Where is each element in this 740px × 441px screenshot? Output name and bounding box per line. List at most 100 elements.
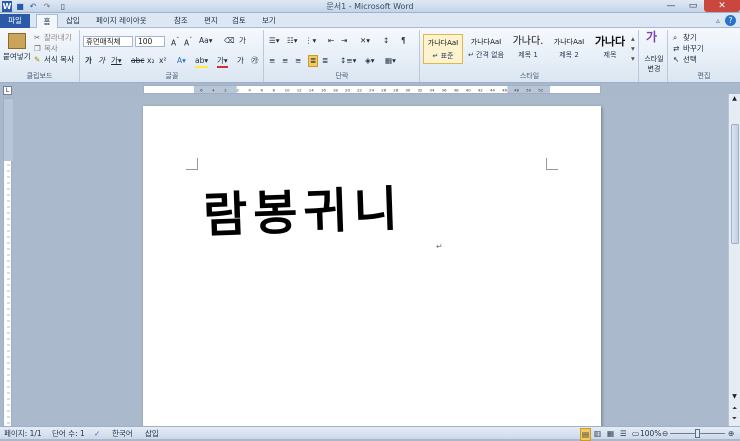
- numbering-icon[interactable]: ☷▾: [287, 36, 298, 46]
- find-button[interactable]: 찾기: [683, 33, 697, 43]
- copy-icon[interactable]: ❐: [34, 44, 41, 54]
- show-marks-icon[interactable]: ¶: [401, 36, 406, 46]
- tab-view[interactable]: 보기: [258, 14, 280, 28]
- zoom-slider-thumb[interactable]: [695, 429, 700, 438]
- change-styles-group: 가 스타일 변경: [640, 30, 668, 82]
- prev-page-icon[interactable]: ⏶: [729, 404, 740, 414]
- distribute-icon[interactable]: ≣: [322, 56, 328, 66]
- bullets-icon[interactable]: ☰▾: [269, 36, 280, 46]
- ruler-label: 6: [260, 87, 263, 92]
- decrease-indent-icon[interactable]: ⇤: [328, 36, 334, 46]
- italic-icon[interactable]: 가: [98, 56, 105, 66]
- web-layout-icon[interactable]: ▦: [607, 428, 614, 439]
- minimize-button[interactable]: —: [660, 0, 682, 12]
- style-normal[interactable]: 가나다AaI ↵ 표준: [423, 34, 463, 64]
- style-title[interactable]: 가나다 제목: [591, 34, 629, 64]
- scrollbar-thumb[interactable]: [731, 124, 739, 244]
- zoom-in-icon[interactable]: ⊕: [728, 428, 734, 439]
- style-heading-2[interactable]: 가나다AaI 제목 2: [549, 34, 589, 64]
- cut-icon[interactable]: ✂: [34, 33, 40, 43]
- align-right-icon[interactable]: ≡: [295, 56, 301, 66]
- style-heading-1-name: 제목 1: [518, 51, 538, 59]
- change-styles-icon[interactable]: 가: [646, 31, 657, 43]
- document-page[interactable]: [143, 106, 601, 431]
- align-left-icon[interactable]: ≡: [269, 56, 275, 66]
- replace-button[interactable]: 바꾸기: [683, 44, 704, 54]
- grow-font-icon[interactable]: Aˆ: [171, 36, 179, 49]
- style-heading-1[interactable]: 가나다. 제목 1: [509, 34, 547, 64]
- copy-button[interactable]: 복사: [44, 44, 58, 54]
- outline-icon[interactable]: ☰: [620, 428, 627, 439]
- zoom-out-icon[interactable]: ⊖: [662, 428, 668, 439]
- find-icon[interactable]: ⌕: [673, 33, 677, 43]
- scroll-down-icon[interactable]: ▼: [729, 392, 740, 402]
- vertical-scrollbar[interactable]: ▲ ▼ ⏶ ⏷: [728, 94, 740, 426]
- select-icon[interactable]: ↖: [673, 55, 679, 65]
- ruler-toggle-icon[interactable]: L: [3, 86, 12, 95]
- paragraph-group-label: 단락: [335, 72, 349, 80]
- tab-home[interactable]: 홈: [36, 14, 58, 28]
- help-icon[interactable]: ?: [725, 15, 736, 26]
- style-no-spacing[interactable]: 가나다AaI ↵ 간격 없음: [466, 34, 506, 64]
- paste-icon[interactable]: [8, 33, 26, 49]
- page-count[interactable]: 페이지: 1/1: [4, 428, 42, 439]
- ruler-label: 10: [285, 87, 290, 92]
- tab-mailings[interactable]: 편지: [200, 14, 222, 28]
- language-indicator[interactable]: 한국어: [112, 428, 133, 439]
- proofing-icon[interactable]: ✓: [94, 428, 100, 439]
- multilevel-list-icon[interactable]: ⋮▾: [305, 36, 316, 46]
- document-text[interactable]: 람봉귀니: [202, 169, 405, 246]
- change-styles-button[interactable]: 스타일 변경: [641, 54, 667, 74]
- superscript-icon[interactable]: x²: [159, 56, 166, 66]
- increase-indent-icon[interactable]: ⇥: [341, 36, 347, 46]
- ribbon-minimize-icon[interactable]: ▵: [712, 14, 724, 28]
- insert-mode-indicator[interactable]: 삽입: [145, 428, 159, 439]
- cut-button[interactable]: 잘라내기: [44, 33, 72, 43]
- borders-icon[interactable]: ▦▾: [385, 56, 396, 66]
- char-shading-icon[interactable]: 가: [237, 56, 244, 66]
- subscript-icon[interactable]: x₂: [147, 56, 154, 66]
- zoom-level[interactable]: 100%: [640, 428, 661, 439]
- tab-page-layout[interactable]: 페이지 레이아웃: [92, 14, 151, 28]
- clear-format-icon[interactable]: ⌫: [224, 36, 235, 46]
- shrink-font-icon[interactable]: Aˇ: [184, 36, 192, 49]
- tab-insert[interactable]: 삽입: [62, 14, 84, 28]
- bold-icon[interactable]: 가: [85, 56, 92, 66]
- justify-icon[interactable]: ≣: [308, 55, 319, 67]
- replace-icon[interactable]: ⇄: [673, 44, 679, 54]
- format-painter-icon[interactable]: ✎: [34, 55, 40, 65]
- draft-icon[interactable]: ▭: [632, 428, 639, 439]
- font-color-icon[interactable]: 가▾: [217, 56, 228, 68]
- highlight-icon[interactable]: ab▾: [195, 56, 209, 68]
- font-name-select[interactable]: 휴먼매직체: [83, 36, 133, 47]
- word-count[interactable]: 단어 수: 1: [52, 428, 85, 439]
- print-layout-icon[interactable]: ▤: [580, 428, 592, 441]
- tab-review[interactable]: 검토: [228, 14, 250, 28]
- tab-file[interactable]: 파일: [0, 14, 30, 28]
- horizontal-ruler[interactable]: 6 4 2 2 4 6 8 10 12 14 16 18 20 22 24 26 28 30 32 34 36 38 40 4…: [143, 85, 601, 94]
- sort-icon[interactable]: ↕: [383, 36, 389, 46]
- maximize-button[interactable]: ▭: [682, 0, 704, 12]
- change-case-icon[interactable]: Aa▾: [199, 36, 213, 46]
- text-effects-icon[interactable]: A▾: [177, 56, 186, 66]
- styles-scroll-icon[interactable]: ▴ ▾ ▾: [631, 34, 635, 64]
- font-size-select[interactable]: 100: [135, 36, 165, 47]
- next-page-icon[interactable]: ⏷: [729, 414, 740, 424]
- vertical-ruler[interactable]: [3, 98, 13, 428]
- ruler-label: 30: [405, 87, 410, 92]
- select-button[interactable]: 선택: [683, 55, 697, 65]
- underline-icon[interactable]: 가▾: [111, 56, 122, 66]
- paste-button[interactable]: 붙여넣기: [3, 52, 31, 62]
- scroll-up-icon[interactable]: ▲: [729, 94, 740, 104]
- enclose-char-icon[interactable]: ㉮: [251, 56, 259, 66]
- line-spacing-icon[interactable]: ↕≡▾: [340, 56, 356, 66]
- shading-icon[interactable]: ◈▾: [365, 56, 375, 66]
- align-center-icon[interactable]: ≡: [282, 56, 288, 66]
- format-painter-button[interactable]: 서식 복사: [44, 55, 74, 65]
- phonetic-guide-icon[interactable]: 가: [239, 36, 246, 46]
- tab-references[interactable]: 참조: [170, 14, 192, 28]
- text-direction-icon[interactable]: ✕▾: [360, 36, 370, 46]
- strikethrough-icon[interactable]: abc: [131, 56, 144, 66]
- close-button[interactable]: ✕: [704, 0, 740, 12]
- full-screen-reading-icon[interactable]: ▥: [594, 428, 601, 439]
